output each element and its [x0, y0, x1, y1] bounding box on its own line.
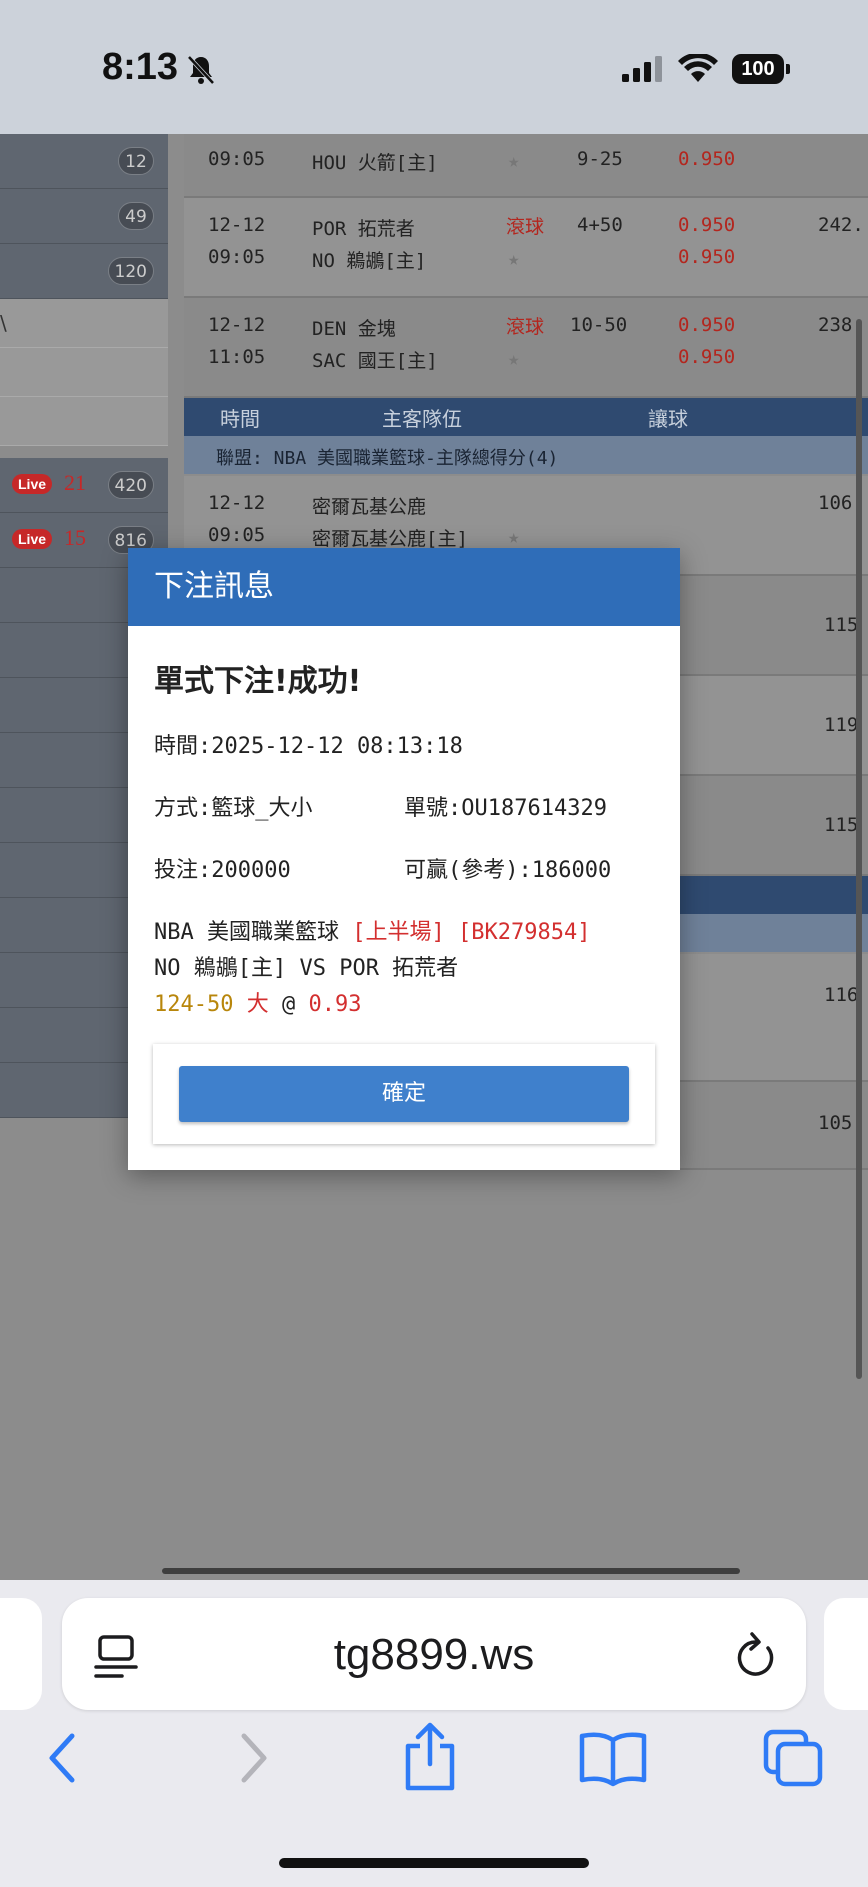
match-odds[interactable]: 0.950: [678, 148, 735, 170]
league-row[interactable]: 聯盟: NBA 美國職業籃球-主隊總得分(4): [184, 436, 868, 474]
home-indicator: [279, 1858, 589, 1868]
sidebar-item[interactable]: 49: [0, 189, 168, 244]
league-label: 聯盟: NBA 美國職業籃球-主隊總得分(4): [216, 448, 559, 469]
confirm-button[interactable]: 確定: [179, 1066, 629, 1122]
match-date: 12-12: [208, 214, 266, 236]
back-icon[interactable]: [44, 1728, 84, 1788]
live-count: 15: [64, 525, 86, 550]
favorite-star-icon[interactable]: ★: [508, 150, 519, 172]
dialog-header: 下注訊息: [128, 548, 680, 626]
match-date: 12-12: [208, 492, 266, 514]
match-total: 119: [824, 714, 859, 736]
match-away: HOU 火箭[主]: [312, 152, 438, 174]
match-handicap: 10-50: [570, 314, 628, 336]
match-date: 12-12: [208, 314, 266, 336]
bet-league: NBA 美國職業籃球: [154, 920, 339, 945]
header-time: 時間: [220, 407, 260, 431]
match-total: 242.: [818, 214, 864, 236]
match-total: 115: [824, 814, 859, 836]
count-badge: 49: [118, 202, 154, 230]
page-scroll-indicator: [162, 1568, 740, 1574]
reload-icon[interactable]: [734, 1630, 778, 1680]
sidebar-item[interactable]: 12: [0, 134, 168, 189]
match-odds[interactable]: 0.950: [678, 346, 735, 368]
match-odds[interactable]: 0.950: [678, 314, 735, 336]
header-teams: 主客隊伍: [382, 407, 462, 431]
sidebar-item-live[interactable]: Live 21 420: [0, 458, 168, 513]
match-home: DEN 金塊: [312, 318, 396, 340]
bet-time: 時間:2025-12-12 08:13:18: [154, 734, 463, 759]
bet-line-score: 124-50: [154, 992, 234, 1017]
favorite-star-icon[interactable]: ★: [508, 526, 519, 548]
browser-toolbar: tg8899.ws: [0, 1580, 868, 1887]
bet-period: [上半場]: [352, 920, 445, 945]
favorite-star-icon[interactable]: ★: [508, 348, 519, 370]
sidebar-item[interactable]: \: [0, 299, 168, 348]
bet-method: 方式:籃球_大小: [154, 796, 313, 821]
page-scrollbar[interactable]: [856, 319, 862, 1379]
next-tab-preview[interactable]: [824, 1598, 868, 1710]
dialog-title: 單式下注!成功!: [154, 664, 362, 699]
count-badge: 420: [107, 471, 154, 499]
header-handicap: 讓球: [648, 407, 688, 431]
sidebar-item[interactable]: [0, 348, 168, 397]
previous-tab-preview[interactable]: [0, 1598, 42, 1710]
live-badge: Live: [12, 474, 53, 494]
wifi-icon: [678, 54, 718, 82]
match-odds[interactable]: 0.950: [678, 246, 735, 268]
bet-code: [BK279854]: [457, 920, 591, 945]
address-bar[interactable]: tg8899.ws: [62, 1598, 806, 1710]
live-count: 21: [64, 470, 86, 495]
favorite-star-icon[interactable]: ★: [508, 248, 519, 270]
bet-selection-line: 124-50 大 @ 0.93: [154, 986, 361, 1018]
match-home: POR 拓荒者: [312, 218, 415, 240]
bet-teams: NO 鵜鶘[主] VS POR 拓荒者: [154, 956, 459, 981]
status-bar: 8:13 100: [0, 0, 868, 134]
bet-potential-win: 可贏(參考):186000: [404, 858, 612, 883]
share-icon[interactable]: [400, 1722, 460, 1792]
match-total: 115: [824, 614, 859, 636]
bet-at-symbol: @: [282, 992, 296, 1017]
match-handicap: 9-25: [577, 148, 623, 170]
sidebar-item[interactable]: [0, 397, 168, 446]
bet-stake: 投注:200000: [154, 858, 291, 883]
match-odds[interactable]: 0.950: [678, 214, 735, 236]
match-time: 11:05: [208, 346, 266, 368]
sidebar-item-edge: \: [0, 311, 7, 335]
bet-order-number: 單號:OU187614329: [404, 796, 607, 821]
bet-info-dialog: 下注訊息 單式下注!成功! 時間:2025-12-12 08:13:18 方式:…: [128, 548, 680, 1170]
forward-icon[interactable]: [232, 1728, 272, 1788]
match-home: 密爾瓦基公鹿: [312, 496, 427, 518]
table-header: 時間 主客隊伍 讓球: [184, 398, 868, 436]
match-total: 116: [824, 984, 859, 1006]
match-away: NO 鵜鶘[主]: [312, 250, 427, 272]
match-time: 09:05: [208, 148, 266, 170]
match-row[interactable]: 12-12 11:05 DEN 金塊 SAC 國王[主] 滾球 ★ 10-50 …: [184, 298, 868, 398]
match-status: 滾球: [506, 216, 545, 238]
match-status: 滾球: [506, 316, 545, 338]
url-text[interactable]: tg8899.ws: [62, 1630, 806, 1680]
sidebar-item[interactable]: 120: [0, 244, 168, 299]
live-badge: Live: [12, 529, 53, 549]
match-row[interactable]: 09:05 HOU 火箭[主] ★ 9-25 0.950: [184, 134, 868, 198]
match-away: 密爾瓦基公鹿[主]: [312, 528, 468, 550]
bet-odds: 0.93: [308, 992, 362, 1017]
match-row[interactable]: 12-12 09:05 POR 拓荒者 NO 鵜鶘[主] 滾球 ★ 4+50 0…: [184, 198, 868, 298]
cellular-signal-icon: [622, 56, 662, 82]
count-badge: 12: [118, 147, 154, 175]
count-badge: 120: [107, 257, 154, 285]
match-time: 09:05: [208, 246, 266, 268]
battery-indicator: 100: [732, 54, 790, 84]
match-handicap: 4+50: [577, 214, 623, 236]
match-away: SAC 國王[主]: [312, 350, 438, 372]
tabs-icon[interactable]: [762, 1728, 826, 1788]
bet-league-line: NBA 美國職業籃球 [上半場] [BK279854]: [154, 914, 590, 946]
status-time: 8:13: [102, 46, 179, 88]
bookmarks-icon[interactable]: [578, 1728, 648, 1788]
silent-bell-icon: [187, 55, 215, 85]
match-time: 09:05: [208, 524, 266, 546]
confirm-button-container: 確定: [153, 1044, 655, 1144]
bet-pick: 大: [246, 992, 269, 1017]
